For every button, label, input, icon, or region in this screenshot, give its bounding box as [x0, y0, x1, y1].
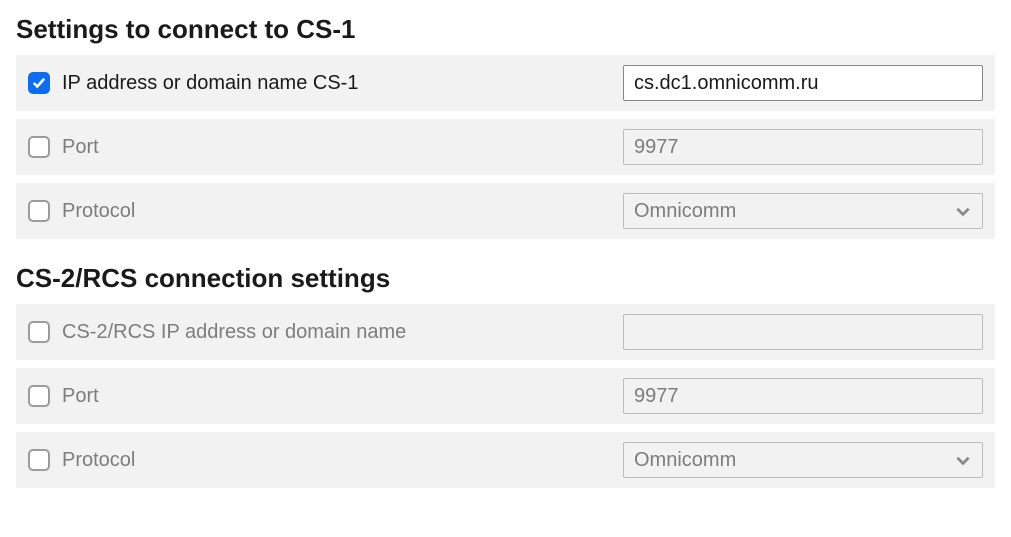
- cs2-port-checkbox[interactable]: [28, 385, 50, 407]
- cs1-protocol-checkbox[interactable]: [28, 200, 50, 222]
- cs2-ip-input[interactable]: [623, 314, 983, 350]
- cs1-ip-row: IP address or domain name CS-1: [16, 55, 995, 111]
- cs2-protocol-checkbox[interactable]: [28, 449, 50, 471]
- cs1-ip-label: IP address or domain name CS-1: [62, 72, 358, 95]
- cs2-section-title: CS-2/RCS connection settings: [16, 263, 995, 294]
- cs1-ip-input[interactable]: [623, 65, 983, 101]
- cs2-ip-row: CS-2/RCS IP address or domain name: [16, 304, 995, 360]
- cs1-port-label: Port: [62, 136, 99, 159]
- cs1-ip-checkbox[interactable]: [28, 72, 50, 94]
- cs2-protocol-select[interactable]: Omnicomm: [623, 442, 983, 478]
- cs2-ip-checkbox[interactable]: [28, 321, 50, 343]
- cs1-protocol-select[interactable]: Omnicomm: [623, 193, 983, 229]
- cs1-protocol-row: Protocol Omnicomm: [16, 183, 995, 239]
- cs1-section-title: Settings to connect to CS-1: [16, 14, 995, 45]
- cs1-protocol-label: Protocol: [62, 200, 135, 223]
- cs1-protocol-value: Omnicomm: [634, 200, 736, 223]
- cs2-protocol-row: Protocol Omnicomm: [16, 432, 995, 488]
- cs2-ip-label: CS-2/RCS IP address or domain name: [62, 321, 406, 344]
- cs2-port-label: Port: [62, 385, 99, 408]
- cs1-port-row: Port: [16, 119, 995, 175]
- cs2-protocol-value: Omnicomm: [634, 449, 736, 472]
- cs2-port-input[interactable]: [623, 378, 983, 414]
- cs2-port-row: Port: [16, 368, 995, 424]
- cs1-port-checkbox[interactable]: [28, 136, 50, 158]
- chevron-down-icon: [954, 202, 972, 220]
- chevron-down-icon: [954, 451, 972, 469]
- cs1-port-input[interactable]: [623, 129, 983, 165]
- cs2-protocol-label: Protocol: [62, 449, 135, 472]
- check-icon: [32, 76, 46, 90]
